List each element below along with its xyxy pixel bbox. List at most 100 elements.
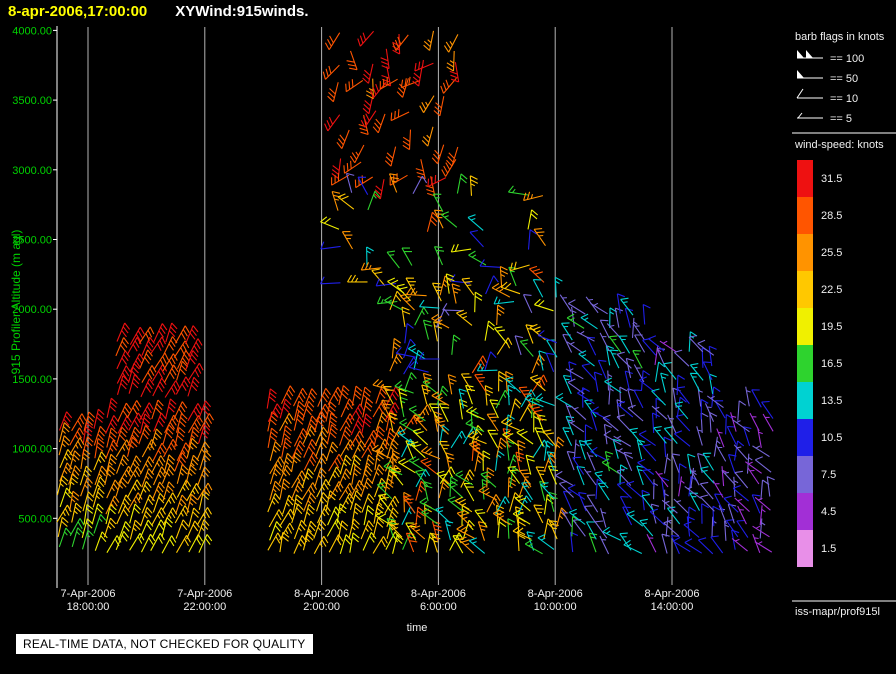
- wind-barb: [451, 283, 461, 304]
- speed-scale-segment: [797, 382, 813, 419]
- wind-barb: [351, 385, 363, 406]
- wind-barb: [627, 404, 644, 422]
- wind-barb: [446, 50, 455, 72]
- wind-barb: [514, 335, 524, 356]
- wind-barb: [392, 34, 409, 51]
- wind-barb: [456, 309, 473, 326]
- wind-barb: [757, 428, 763, 448]
- legend-flag-icon: [797, 50, 804, 58]
- wind-barb: [676, 386, 690, 405]
- x-tick-date: 7-Apr-2006: [177, 588, 232, 600]
- wind-barb: [698, 537, 714, 555]
- wind-barb: [683, 521, 700, 538]
- wind-barb: [129, 519, 142, 540]
- wind-barb: [267, 493, 281, 513]
- wind-barb: [93, 408, 105, 429]
- wind-barb: [303, 451, 319, 471]
- wind-barb: [422, 319, 433, 340]
- speed-scale-label: 25.5: [821, 247, 842, 259]
- wind-barb: [153, 412, 167, 432]
- wind-barb: [761, 400, 774, 419]
- wind-barb: [372, 379, 393, 392]
- wind-barb: [105, 504, 117, 525]
- wind-barb: [474, 508, 488, 527]
- titlebar: 8-apr-2006,17:00:00 XYWind:915winds.: [8, 3, 309, 20]
- wind-barb: [349, 454, 362, 475]
- wind-barb: [586, 451, 596, 471]
- wind-barb: [339, 454, 352, 475]
- wind-barb: [576, 330, 595, 342]
- wind-barb: [711, 516, 717, 537]
- wind-barb: [141, 439, 157, 458]
- speed-scale-label: 31.5: [821, 173, 842, 185]
- wind-barb: [138, 425, 152, 445]
- wind-barb: [527, 229, 538, 250]
- wind-barb: [659, 340, 677, 353]
- wind-barb: [496, 304, 505, 326]
- wind-barb: [438, 478, 450, 499]
- wind-barb: [372, 113, 386, 134]
- wind-barb: [599, 535, 610, 555]
- wind-barb: [345, 172, 355, 193]
- barb-legend-title: barb flags in knots: [795, 31, 885, 43]
- wind-barb: [636, 465, 645, 486]
- y-tick-label: 1000.00: [12, 444, 52, 456]
- wind-barb: [292, 494, 303, 515]
- wind-barb: [408, 456, 426, 472]
- wind-barb: [164, 380, 180, 398]
- wind-barb: [440, 211, 458, 228]
- wind-barb: [542, 429, 557, 447]
- wind-barb: [492, 509, 511, 525]
- wind-barb: [710, 535, 724, 554]
- speed-scale-segment: [797, 419, 813, 456]
- wind-barb: [532, 279, 544, 298]
- wind-barb: [565, 415, 575, 436]
- wind-barb: [688, 334, 704, 353]
- wind-barb: [414, 306, 429, 326]
- wind-barb: [339, 439, 355, 458]
- wind-barb: [566, 313, 585, 329]
- wind-barb: [439, 425, 450, 446]
- wind-barb: [401, 306, 411, 327]
- speed-scale-segment: [797, 308, 813, 345]
- wind-barb: [474, 291, 483, 313]
- wind-barb: [423, 30, 435, 51]
- wind-barb: [487, 429, 499, 448]
- wind-barb: [362, 397, 374, 418]
- wind-barb: [584, 505, 597, 524]
- quality-notice: REAL-TIME DATA, NOT CHECKED FOR QUALITY: [16, 634, 313, 654]
- wind-barb: [406, 287, 427, 297]
- wind-barb: [616, 351, 632, 369]
- wind-barb: [706, 395, 724, 409]
- wind-barb: [414, 59, 434, 72]
- wind-barb: [642, 304, 651, 325]
- wind-barb: [572, 456, 585, 475]
- speed-scale-label: 28.5: [821, 210, 842, 222]
- wind-barb: [357, 30, 375, 47]
- wind-barb: [105, 415, 119, 434]
- speed-scale-label: 4.5: [821, 506, 836, 518]
- wind-barb: [161, 464, 176, 484]
- wind-barb: [278, 464, 292, 484]
- wind-barb: [509, 261, 530, 272]
- wind-barb: [558, 480, 574, 498]
- wind-barb: [58, 527, 72, 548]
- wind-barb: [522, 294, 533, 314]
- wind-barb: [458, 398, 468, 420]
- speed-scale-segment: [797, 493, 813, 530]
- wind-barb: [468, 440, 485, 458]
- wind-barb: [152, 377, 167, 397]
- wind-barb: [584, 399, 597, 418]
- wind-barb: [349, 532, 360, 553]
- wind-barb: [394, 380, 414, 394]
- speed-scale-label: 7.5: [821, 469, 836, 481]
- wind-barb: [734, 470, 749, 489]
- wind-barb: [446, 146, 459, 167]
- wind-barb: [128, 374, 141, 394]
- wind-barb: [324, 32, 341, 50]
- wind-barb: [618, 335, 631, 354]
- y-tick-label: 3500.00: [12, 95, 52, 107]
- wind-barb: [462, 519, 475, 540]
- wind-barb: [486, 413, 499, 432]
- wind-barb: [279, 398, 292, 419]
